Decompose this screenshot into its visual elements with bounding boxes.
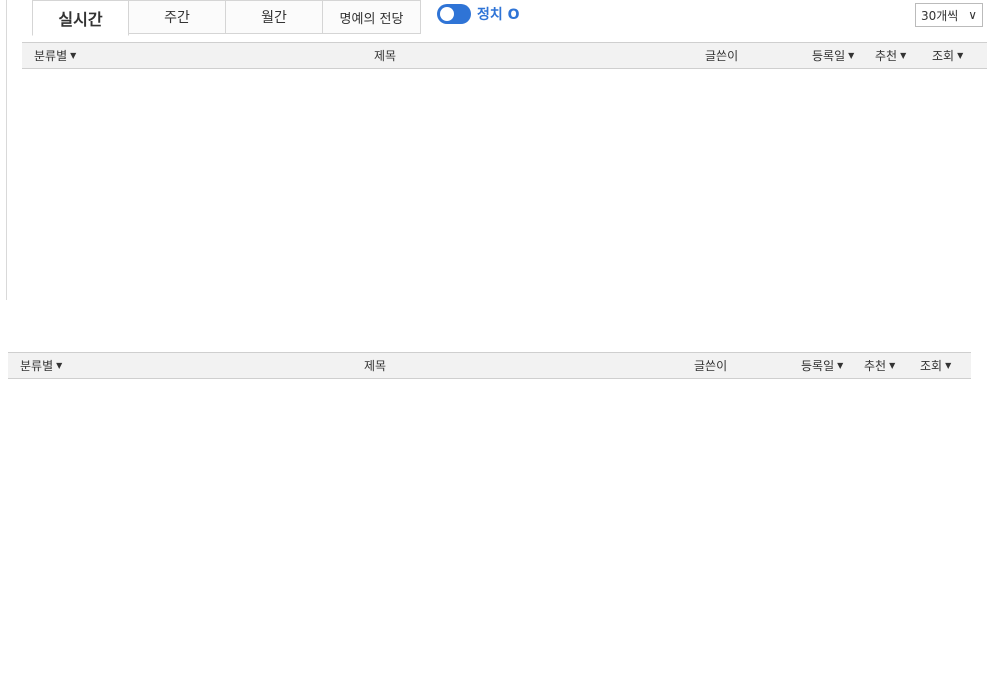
header-date-label: 등록일 xyxy=(812,49,846,63)
toggle-label: 정치 O xyxy=(477,7,520,23)
header-date[interactable]: 등록일 ▼ xyxy=(801,353,843,378)
toggle-switch[interactable] xyxy=(437,4,471,24)
header-category-label: 분류별 xyxy=(34,49,68,63)
header-views-label: 조회 xyxy=(932,49,955,63)
header-category[interactable]: 분류별 ▼ xyxy=(34,43,76,68)
header-views[interactable]: 조회 ▼ xyxy=(932,43,963,68)
bottom-board-panel: 분류별 ▼ 제목 글쓴이 등록일 ▼ 추천 ▼ 조회 ▼ xyxy=(0,344,987,676)
header-author-label: 글쓴이 xyxy=(694,359,728,373)
header-author-label: 글쓴이 xyxy=(705,49,739,63)
header-title-label: 제목 xyxy=(374,49,397,63)
table-header: 분류별 ▼ 제목 글쓴이 등록일 ▼ 추천 ▼ 조회 ▼ xyxy=(8,352,971,379)
header-author: 글쓴이 xyxy=(694,353,727,378)
header-views-label: 조회 xyxy=(920,359,943,373)
header-category-label: 분류별 xyxy=(20,359,54,373)
header-title: 제목 xyxy=(364,353,386,378)
page-size-value: 30개씩 xyxy=(921,8,959,23)
sort-down-icon: ▼ xyxy=(945,361,952,370)
header-recommend[interactable]: 추천 ▼ xyxy=(864,353,895,378)
header-recommend-label: 추천 xyxy=(864,359,887,373)
header-date-label: 등록일 xyxy=(801,359,835,373)
sort-down-icon: ▼ xyxy=(957,51,964,60)
sort-down-icon: ▼ xyxy=(900,51,907,60)
tab-hall-of-fame[interactable]: 명예의 전당 xyxy=(323,0,421,34)
top-board-panel: 실시간 주간 월간 명예의 전당 정치 O 30개씩 ∨ 분류별 ▼ 제목 글쓴이 등록… xyxy=(0,0,987,300)
panel-border xyxy=(6,0,7,300)
page-size-select[interactable]: 30개씩 ∨ xyxy=(915,3,983,27)
chevron-down-icon: ∨ xyxy=(968,8,977,22)
politics-toggle[interactable]: 정치 O xyxy=(437,4,520,24)
header-recommend-label: 추천 xyxy=(875,49,898,63)
header-date[interactable]: 등록일 ▼ xyxy=(812,43,854,68)
sort-down-icon: ▼ xyxy=(848,51,855,60)
sort-down-icon: ▼ xyxy=(889,361,896,370)
header-title-label: 제목 xyxy=(364,359,387,373)
tab-monthly[interactable]: 월간 xyxy=(226,0,323,34)
table-header: 분류별 ▼ 제목 글쓴이 등록일 ▼ 추천 ▼ 조회 ▼ xyxy=(22,42,987,69)
sort-down-icon: ▼ xyxy=(56,361,63,370)
header-title: 제목 xyxy=(374,43,396,68)
header-recommend[interactable]: 추천 ▼ xyxy=(875,43,906,68)
period-tabs: 실시간 주간 월간 명예의 전당 xyxy=(32,0,421,38)
header-author: 글쓴이 xyxy=(705,43,738,68)
tab-realtime[interactable]: 실시간 xyxy=(32,0,129,36)
sort-down-icon: ▼ xyxy=(70,51,77,60)
tab-weekly[interactable]: 주간 xyxy=(129,0,226,34)
sort-down-icon: ▼ xyxy=(837,361,844,370)
header-category[interactable]: 분류별 ▼ xyxy=(20,353,62,378)
header-views[interactable]: 조회 ▼ xyxy=(920,353,951,378)
